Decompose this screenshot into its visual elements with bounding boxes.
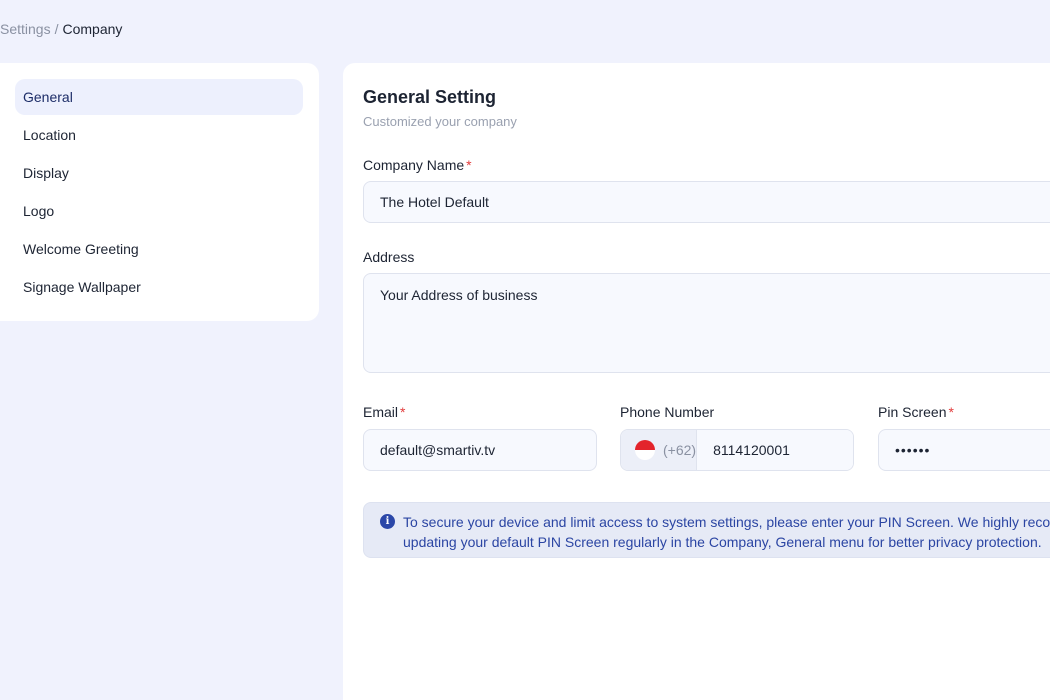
info-message-line-1: To secure your device and limit access t…: [403, 514, 1050, 530]
address-label: Address: [363, 249, 414, 265]
sidebar-item-display[interactable]: Display: [15, 155, 303, 191]
sidebar-item-general[interactable]: General: [15, 79, 303, 115]
country-code-selector[interactable]: (+62): [621, 430, 698, 470]
address-textarea[interactable]: Your Address of business: [363, 273, 1050, 373]
breadcrumb-current: Company: [62, 21, 123, 37]
address-label-text: Address: [363, 249, 415, 265]
info-icon: i: [380, 514, 395, 529]
info-message: To secure your device and limit access t…: [403, 512, 1050, 552]
sidebar-item-location[interactable]: Location: [15, 117, 303, 153]
sidebar-item-label: Logo: [23, 203, 55, 219]
country-code: (+62): [663, 442, 697, 458]
company-name-label: Company Name *: [363, 157, 472, 173]
email-label-text: Email: [363, 404, 399, 420]
pin-info-alert: i To secure your device and limit access…: [363, 502, 1050, 558]
sidebar-item-label: Location: [23, 127, 76, 143]
sidebar-item-logo[interactable]: Logo: [15, 193, 303, 229]
phone-number-label: Phone Number: [620, 404, 714, 420]
sidebar-item-label: Display: [23, 165, 69, 181]
sidebar-item-label: Welcome Greeting: [23, 241, 139, 257]
email-input[interactable]: [363, 429, 597, 471]
company-name-input[interactable]: [363, 181, 1050, 223]
required-marker: *: [400, 404, 406, 420]
sidebar-item-label: Signage Wallpaper: [23, 279, 141, 295]
phone-number-field: (+62): [620, 429, 854, 471]
general-setting-panel: General Setting Customized your company …: [343, 63, 1050, 700]
company-settings-page: Settings / Company General Location Displa…: [0, 0, 1050, 700]
email-label: Email *: [363, 404, 405, 420]
sidebar-item-label: General: [23, 89, 73, 105]
pin-screen-label: Pin Screen *: [878, 404, 954, 420]
pin-screen-label-text: Pin Screen: [878, 404, 947, 420]
required-marker: *: [948, 404, 954, 420]
company-name-label-text: Company Name: [363, 157, 465, 173]
settings-sidebar: General Location Display Logo Welcome Gr…: [0, 63, 319, 321]
pin-screen-input[interactable]: [878, 429, 1050, 471]
panel-subtitle: Customized your company: [363, 114, 517, 129]
breadcrumb-settings-link[interactable]: Settings: [0, 21, 51, 37]
required-marker: *: [466, 157, 472, 173]
sidebar-item-signage-wallpaper[interactable]: Signage Wallpaper: [15, 269, 303, 305]
panel-title: General Setting: [363, 87, 497, 107]
phone-number-input[interactable]: [697, 430, 853, 470]
breadcrumb-separator: /: [54, 21, 59, 37]
indonesia-flag-icon: [635, 440, 655, 460]
sidebar-item-welcome-greeting[interactable]: Welcome Greeting: [15, 231, 303, 267]
phone-number-label-text: Phone Number: [620, 404, 715, 420]
info-message-line-2: updating your default PIN Screen regular…: [403, 534, 1042, 550]
breadcrumb: Settings / Company: [0, 21, 122, 37]
